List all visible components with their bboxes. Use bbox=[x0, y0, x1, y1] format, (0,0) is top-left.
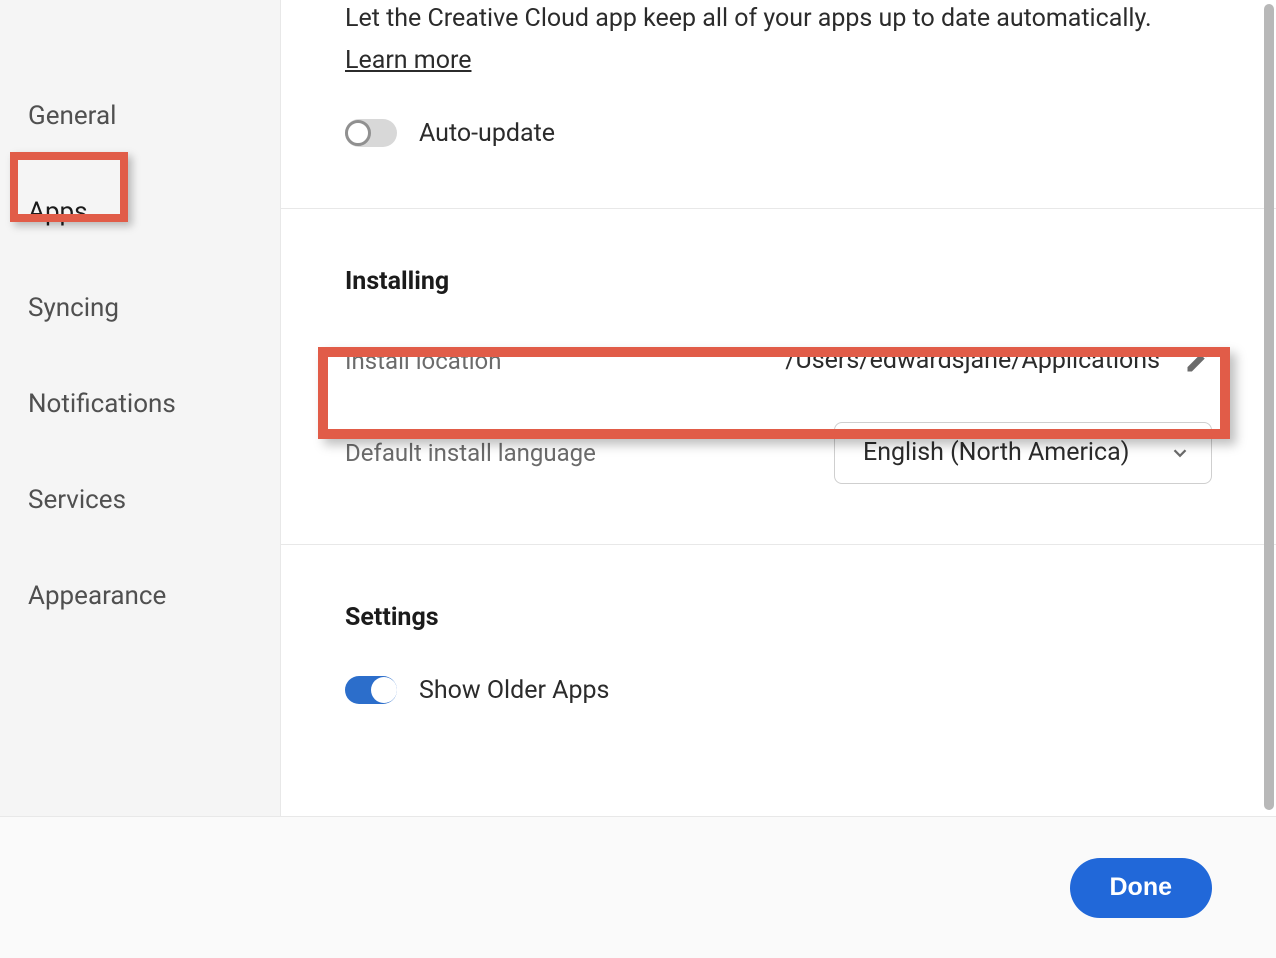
done-button[interactable]: Done bbox=[1070, 858, 1213, 918]
toggle-knob bbox=[345, 120, 371, 146]
installing-title: Installing bbox=[345, 267, 1212, 296]
default-language-select[interactable]: English (North America) bbox=[834, 422, 1212, 484]
chevron-down-icon bbox=[1169, 442, 1191, 464]
install-location-value-wrap: /Users/edwardsjane/Applications bbox=[785, 346, 1212, 375]
sidebar-item-apps[interactable]: Apps bbox=[0, 164, 279, 260]
main-panel: Let the Creative Cloud app keep all of y… bbox=[280, 0, 1276, 816]
learn-more-link[interactable]: Learn more bbox=[345, 46, 471, 75]
sidebar: General Apps Syncing Notifications Servi… bbox=[0, 0, 280, 816]
footer: Done bbox=[0, 816, 1276, 958]
sidebar-item-label: General bbox=[28, 101, 116, 131]
install-location-label: Install location bbox=[345, 347, 501, 375]
show-older-toggle-row: Show Older Apps bbox=[345, 676, 1212, 705]
scrollbar-track bbox=[1262, 0, 1276, 816]
installing-section: Installing Install location /Users/edwar… bbox=[281, 209, 1276, 545]
sidebar-item-appearance[interactable]: Appearance bbox=[0, 548, 279, 644]
show-older-toggle[interactable] bbox=[345, 676, 397, 704]
sidebar-item-label: Syncing bbox=[28, 293, 119, 323]
auto-update-toggle[interactable] bbox=[345, 119, 397, 147]
preferences-container: General Apps Syncing Notifications Servi… bbox=[0, 0, 1276, 816]
default-language-value: English (North America) bbox=[863, 438, 1129, 467]
sidebar-item-general[interactable]: General bbox=[0, 68, 279, 164]
sidebar-item-services[interactable]: Services bbox=[0, 452, 279, 548]
sidebar-item-label: Services bbox=[28, 485, 126, 515]
default-language-label: Default install language bbox=[345, 439, 596, 467]
default-language-row: Default install language English (North … bbox=[345, 422, 1212, 484]
settings-title: Settings bbox=[345, 603, 1212, 632]
settings-section: Settings Show Older Apps bbox=[281, 545, 1276, 765]
auto-update-toggle-label: Auto-update bbox=[419, 119, 555, 148]
toggle-knob bbox=[371, 677, 397, 703]
scrollbar-thumb[interactable] bbox=[1264, 4, 1274, 810]
auto-update-section: Let the Creative Cloud app keep all of y… bbox=[281, 0, 1276, 209]
pencil-icon[interactable] bbox=[1184, 347, 1212, 375]
sidebar-item-notifications[interactable]: Notifications bbox=[0, 356, 279, 452]
sidebar-item-label: Apps bbox=[28, 197, 88, 227]
install-location-row: Install location /Users/edwardsjane/Appl… bbox=[345, 330, 1212, 392]
install-location-value: /Users/edwardsjane/Applications bbox=[785, 346, 1160, 375]
sidebar-item-label: Notifications bbox=[28, 389, 176, 419]
show-older-toggle-label: Show Older Apps bbox=[419, 676, 609, 705]
sidebar-item-syncing[interactable]: Syncing bbox=[0, 260, 279, 356]
sidebar-item-label: Appearance bbox=[28, 581, 166, 611]
auto-update-description: Let the Creative Cloud app keep all of y… bbox=[345, 0, 1212, 38]
auto-update-toggle-row: Auto-update bbox=[345, 119, 1212, 148]
